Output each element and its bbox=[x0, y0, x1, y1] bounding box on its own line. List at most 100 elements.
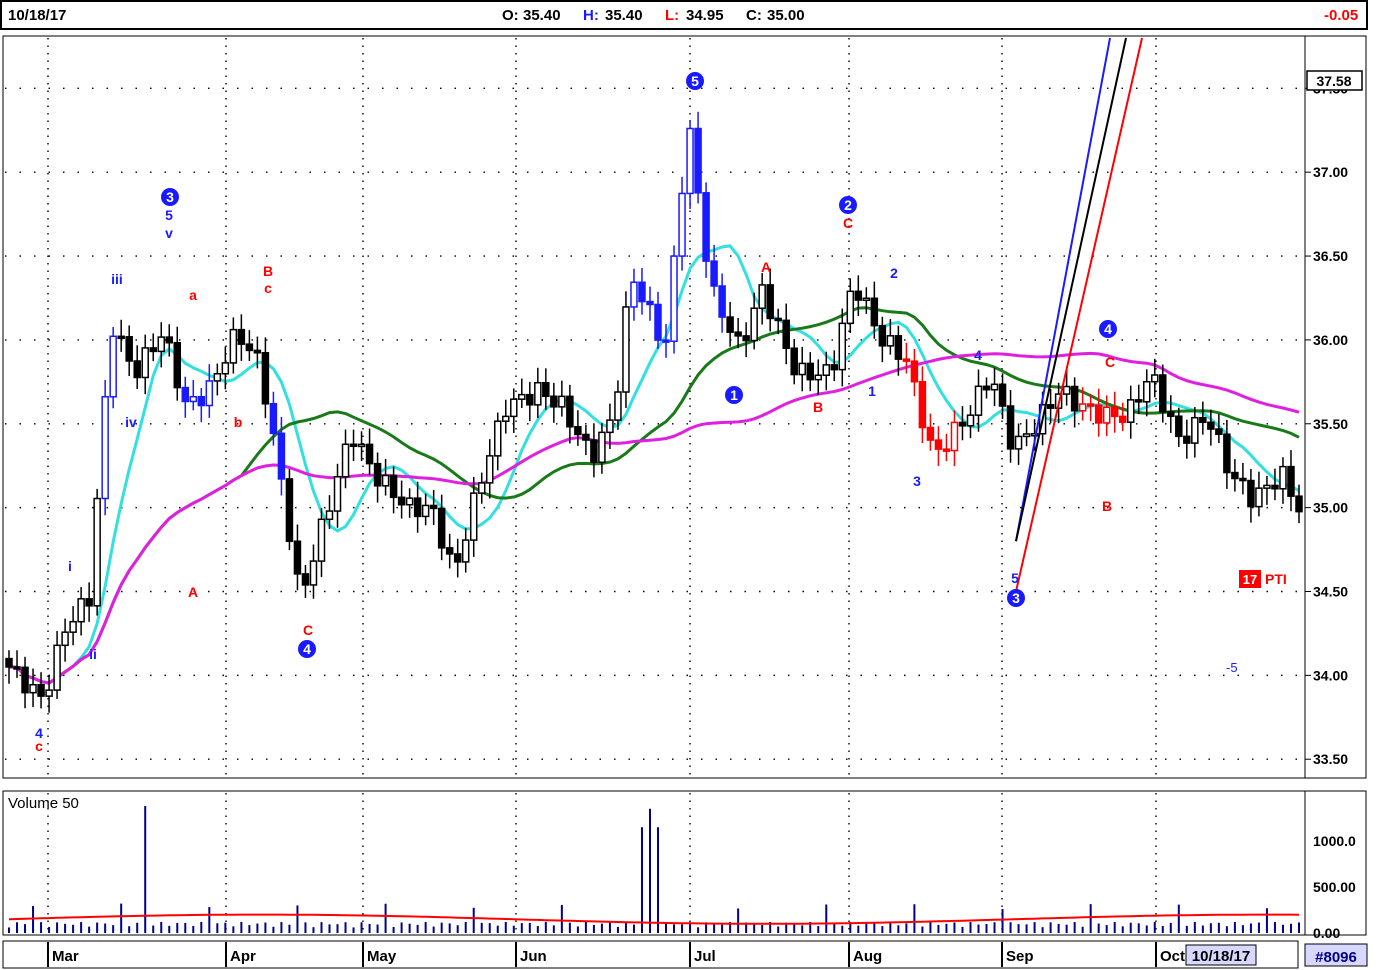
candle-body bbox=[1279, 465, 1287, 490]
candle-body bbox=[397, 496, 406, 506]
candle-body bbox=[1223, 433, 1231, 474]
candle-body bbox=[309, 560, 318, 586]
candle-body bbox=[1014, 435, 1023, 450]
month-label: Oct bbox=[1160, 948, 1185, 965]
candle-body bbox=[141, 347, 149, 379]
candle-body bbox=[5, 657, 13, 668]
candle-body bbox=[1006, 405, 1015, 450]
candle-body bbox=[926, 426, 935, 441]
candle-body bbox=[1022, 433, 1031, 438]
wave-label: A bbox=[761, 259, 771, 275]
candle-body bbox=[694, 127, 702, 194]
candle-body bbox=[301, 573, 310, 586]
candle-body bbox=[1126, 399, 1135, 423]
candle-body bbox=[477, 482, 486, 494]
price-tick-label: 34.00 bbox=[1313, 667, 1348, 683]
wave-label: c bbox=[264, 280, 272, 296]
candle-body bbox=[846, 290, 855, 325]
candle-body bbox=[678, 192, 686, 257]
candle-body bbox=[510, 398, 518, 418]
candle-body bbox=[1191, 416, 1199, 444]
candle-body bbox=[1046, 404, 1055, 409]
candle-body bbox=[61, 631, 69, 647]
candle-body bbox=[830, 364, 839, 371]
candle-body bbox=[982, 385, 991, 391]
price-chart[interactable]: 35viiiiviiiaAbBcc4C451AB2C2134534CB17 PTI… bbox=[0, 0, 1400, 970]
volume-axis-frame bbox=[1304, 790, 1367, 936]
candle-body bbox=[958, 421, 967, 427]
candle-body bbox=[582, 433, 590, 441]
current-date-label: 10/18/17 bbox=[1192, 948, 1250, 965]
candle-body bbox=[253, 349, 262, 354]
candle-body bbox=[870, 297, 879, 327]
candle-body bbox=[1159, 374, 1167, 413]
candle-body bbox=[502, 415, 510, 422]
wave-marker-text: 3 bbox=[166, 189, 174, 205]
candle-body bbox=[894, 335, 903, 360]
candle-body bbox=[1263, 484, 1271, 489]
candle-body bbox=[1134, 399, 1143, 403]
price-tick-label: 36.50 bbox=[1313, 248, 1348, 264]
wave-marker-text: 5 bbox=[691, 73, 699, 89]
candle-body bbox=[862, 297, 871, 302]
candle-body bbox=[413, 497, 422, 518]
candle-body bbox=[13, 666, 21, 670]
candle-body bbox=[325, 510, 334, 521]
candle-body bbox=[269, 403, 278, 435]
volume-tick-label: 500.00 bbox=[1313, 879, 1356, 895]
wave-label: 3 bbox=[913, 473, 921, 489]
candle-body bbox=[77, 598, 85, 623]
candle-body bbox=[317, 518, 326, 562]
candle-body bbox=[718, 285, 726, 318]
candle-body bbox=[333, 476, 342, 512]
candle-body bbox=[341, 443, 350, 478]
candle-body bbox=[534, 381, 542, 406]
candle-body bbox=[69, 620, 77, 633]
wave-marker-text: 4 bbox=[303, 641, 311, 657]
wave-label: 5 bbox=[1011, 570, 1019, 586]
price-tick-label: 35.00 bbox=[1313, 500, 1348, 516]
candle-body bbox=[1239, 477, 1247, 482]
last-price-label: 37.58 bbox=[1316, 73, 1351, 89]
candle-body bbox=[1151, 374, 1159, 383]
target-label: -5 bbox=[1226, 660, 1238, 675]
candle-body bbox=[261, 352, 270, 405]
candle-body bbox=[662, 339, 670, 343]
wave-label: 4 bbox=[35, 725, 43, 741]
wave-label: iii bbox=[111, 271, 123, 287]
candle-body bbox=[934, 439, 943, 450]
candle-body bbox=[1255, 487, 1263, 508]
candle-body bbox=[37, 683, 45, 697]
candle-body bbox=[421, 504, 430, 518]
candle-body bbox=[526, 393, 534, 406]
candle-body bbox=[702, 192, 710, 262]
candle-body bbox=[670, 255, 678, 343]
candle-body bbox=[85, 598, 93, 607]
candle-body bbox=[838, 322, 847, 371]
candle-body bbox=[245, 343, 254, 352]
candle-body bbox=[349, 443, 358, 448]
month-label: Apr bbox=[230, 948, 256, 965]
candle-body bbox=[453, 553, 462, 563]
wave-label: v bbox=[165, 225, 173, 241]
wave-label: 1 bbox=[868, 383, 876, 399]
candle-body bbox=[782, 319, 790, 349]
candle-body bbox=[542, 381, 550, 398]
candle-body bbox=[109, 335, 117, 398]
candle-body bbox=[590, 439, 598, 464]
candle-body bbox=[1094, 404, 1103, 424]
wave-label: B bbox=[813, 399, 823, 415]
candle-body bbox=[1287, 465, 1295, 497]
candle-body bbox=[774, 317, 782, 322]
candle-body bbox=[798, 362, 806, 376]
candle-body bbox=[1086, 403, 1095, 407]
wave-label: 5 bbox=[165, 207, 173, 223]
wave-marker-text: 4 bbox=[1104, 321, 1112, 337]
candle-body bbox=[357, 443, 366, 448]
candle-body bbox=[29, 683, 37, 694]
candle-body bbox=[750, 307, 758, 342]
candle-body bbox=[966, 414, 975, 427]
price-tick-label: 35.50 bbox=[1313, 416, 1348, 432]
candle-body bbox=[822, 364, 831, 376]
candle-body bbox=[766, 284, 774, 320]
